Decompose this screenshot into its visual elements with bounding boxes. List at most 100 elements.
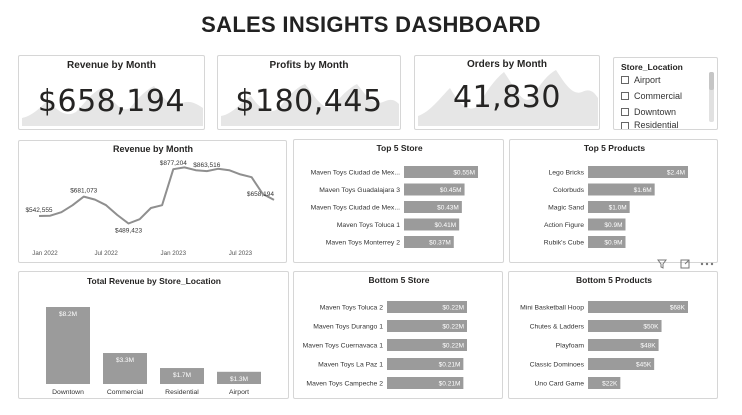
data-label: $681,073 — [70, 188, 97, 195]
bottom5-products-card[interactable]: Bottom 5 Products Mini Basketball Hoop $68… — [508, 271, 718, 399]
revenue-by-location-card[interactable]: Total Revenue by Store_Location $8.2M Down… — [18, 271, 289, 399]
category-label: Maven Toys Ciudad de Mex... — [311, 205, 401, 212]
chart-title: Total Revenue by Store_Location — [87, 276, 221, 286]
kpi-revenue-value: $658,194 — [37, 84, 186, 119]
data-label: $0.55M — [453, 170, 475, 177]
visual-header — [655, 258, 715, 270]
series-line — [38, 166, 275, 225]
category-label: Action Figure — [544, 222, 584, 229]
category-label: Commercial — [107, 389, 144, 396]
category-label: Maven Toys Durango 1 — [313, 324, 383, 331]
category-label: Magic Sand — [548, 205, 584, 212]
bottom5-store-chart: Bottom 5 Store Maven Toys Toluca 2 $0.22M M… — [303, 275, 467, 389]
slicer-title: Store_Location — [621, 62, 683, 72]
data-label: $489,423 — [115, 227, 142, 234]
filter-icon[interactable] — [657, 259, 667, 269]
kpi-card-orders[interactable]: Orders by Month 41,830 — [414, 55, 600, 130]
data-label: $0.22M — [442, 324, 464, 331]
data-label: $542,555 — [25, 207, 52, 214]
data-label: $863,516 — [193, 162, 220, 169]
data-label: $3.3M — [116, 357, 134, 364]
category-label: Maven Toys Guadalajara 3 — [319, 187, 400, 194]
checkbox-icon[interactable] — [621, 76, 629, 84]
data-label: $0.41M — [434, 222, 456, 229]
data-label: $877,204 — [160, 160, 187, 167]
data-label: $45K — [636, 362, 652, 369]
category-label: Lego Bricks — [548, 170, 584, 177]
checkbox-icon[interactable] — [621, 108, 629, 116]
kpi-card-profits[interactable]: Profits by Month $180,445 — [217, 55, 401, 130]
kpi-profits-value: $180,445 — [235, 84, 383, 119]
slicer-item-label: Airport — [634, 75, 661, 85]
data-label: $0.9M — [604, 222, 622, 229]
data-label: $2.4M — [667, 170, 685, 177]
category-label: Residential — [165, 389, 199, 396]
data-label: $658,194 — [247, 191, 274, 198]
dashboard-title: SALES INSIGHTS DASHBOARD — [201, 12, 541, 37]
top5-products-card[interactable]: Top 5 Products Lego Bricks $2.4M Colorbuds $… — [509, 139, 718, 263]
revenue-line-chart: Revenue by Month $542,555 $681,073 $489,423… — [25, 144, 275, 257]
slicer-item-residential[interactable]: Residential — [621, 120, 679, 129]
chart-title: Bottom 5 Store — [369, 275, 430, 285]
revenue-line-card[interactable]: Revenue by Month $542,555 $681,073 $489,423… — [18, 140, 287, 263]
data-label: $0.37M — [429, 240, 451, 247]
checkbox-icon[interactable] — [621, 122, 629, 129]
category-label: Colorbuds — [553, 187, 585, 194]
focus-mode-icon[interactable] — [680, 259, 690, 269]
kpi-orders-value: 41,830 — [453, 80, 561, 115]
category-label: Maven Toys Toluca 1 — [337, 222, 400, 229]
chart-title: Top 5 Store — [376, 143, 422, 153]
chart-title: Bottom 5 Products — [576, 275, 652, 285]
top5-store-card[interactable]: Top 5 Store Maven Toys Ciudad de Mex... $0… — [293, 139, 504, 263]
slicer-item-label: Commercial — [634, 91, 683, 101]
kpi-card-revenue[interactable]: Revenue by Month $658,194 — [18, 55, 205, 130]
data-label: $0.22M — [442, 305, 464, 312]
slicer-item-label: Downtown — [634, 107, 677, 117]
checkbox-icon[interactable] — [621, 92, 629, 100]
category-label: Maven Toys Ciudad de Mex... — [311, 170, 401, 177]
bottom5-products-chart: Bottom 5 Products Mini Basketball Hoop $68… — [520, 275, 688, 389]
data-label: $0.21M — [439, 362, 461, 369]
chart-title: Revenue by Month — [113, 144, 193, 154]
category-label: Downtown — [52, 389, 84, 396]
category-label: Maven Toys Cuernavaca 1 — [303, 343, 384, 350]
bottom5-store-card[interactable]: Bottom 5 Store Maven Toys Toluca 2 $0.22M M… — [293, 271, 503, 399]
slicer-item-commercial[interactable]: Commercial — [621, 89, 682, 103]
data-label: $1.0M — [609, 205, 627, 212]
category-label: Classic Dominoes — [530, 362, 585, 369]
category-label: Maven Toys Toluca 2 — [320, 305, 383, 312]
x-tick-label: Jul 2022 — [94, 250, 118, 257]
category-label: Rubik's Cube — [544, 240, 584, 247]
data-label: $22K — [602, 381, 618, 388]
kpi-profits-title: Profits by Month — [269, 60, 349, 71]
top5-products-chart: Top 5 Products Lego Bricks $2.4M Colorbuds $… — [544, 143, 688, 248]
category-label: Uno Card Game — [535, 381, 585, 388]
slicer-item-downtown[interactable]: Downtown — [621, 105, 676, 119]
more-options-icon[interactable] — [700, 259, 714, 269]
x-tick-label: Jan 2023 — [161, 250, 187, 257]
category-label: Maven Toys Monterrey 2 — [326, 240, 401, 247]
category-label: Playfoam — [556, 343, 585, 350]
revenue-by-location-chart: Total Revenue by Store_Location $8.2M Down… — [46, 276, 261, 396]
data-label: $1.3M — [230, 376, 248, 383]
data-label: $68K — [670, 305, 686, 312]
slicer-scrollbar-thumb[interactable] — [709, 72, 714, 90]
category-label: Maven Toys La Paz 1 — [318, 362, 383, 369]
bar — [46, 307, 90, 384]
data-label: $0.45M — [440, 187, 462, 194]
data-label: $0.21M — [439, 381, 461, 388]
category-label: Mini Basketball Hoop — [520, 305, 584, 312]
category-label: Airport — [229, 389, 249, 396]
x-tick-label: Jul 2023 — [229, 250, 253, 257]
data-label: $1.6M — [634, 187, 652, 194]
category-label: Maven Toys Campeche 2 — [306, 381, 383, 388]
data-label: $0.9M — [604, 240, 622, 247]
store-location-slicer[interactable]: Store_Location Airport Commercial Downto… — [613, 57, 718, 130]
slicer-item-airport[interactable]: Airport — [621, 73, 661, 87]
data-label: $8.2M — [59, 311, 77, 318]
data-label: $48K — [640, 343, 656, 350]
slicer-item-label: Residential — [634, 120, 679, 129]
data-label: $0.22M — [442, 343, 464, 350]
category-label: Chutes & Ladders — [530, 324, 585, 331]
kpi-revenue-title: Revenue by Month — [67, 60, 156, 71]
